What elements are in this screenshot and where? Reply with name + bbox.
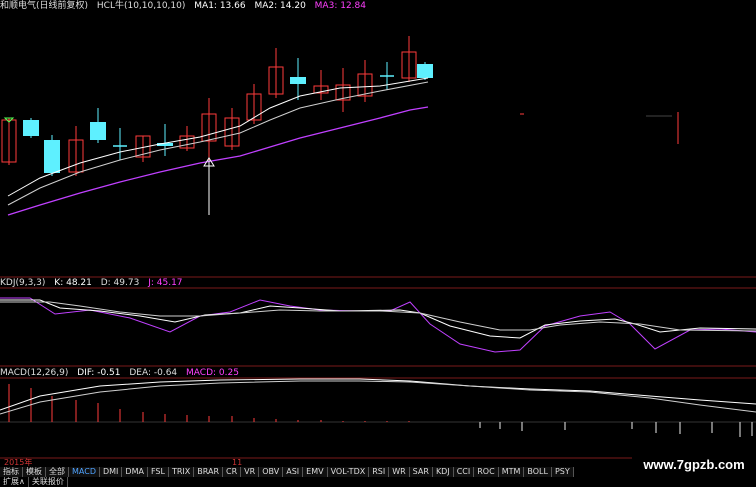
main-chart-header: 和顺电气(日线前复权) HCL牛(10,10,10,10) MA1: 13.66… (0, 0, 430, 14)
candle-body-4 (90, 122, 106, 140)
tab-10[interactable]: VR (241, 467, 260, 477)
tab-15[interactable]: RSI (369, 467, 390, 477)
tab-13[interactable]: EMV (303, 467, 328, 477)
tab-9[interactable]: CR (223, 467, 242, 477)
macd-label[interactable]: MACD(12,26,9) (0, 368, 68, 378)
ma2-label-text: MA2: (254, 1, 278, 11)
date-year: 2015年 (4, 458, 33, 467)
candlestick-series (1, 36, 679, 176)
tab-18[interactable]: KDJ (432, 467, 454, 477)
ma3-value: 12.84 (340, 1, 366, 11)
tab-14[interactable]: VOL-TDX (327, 467, 370, 477)
ma3-label: MA3: 12.84 (315, 1, 366, 11)
macd-dea-line (0, 380, 756, 415)
tab-22[interactable]: BOLL (524, 467, 552, 477)
tab-2[interactable]: 全部 (46, 467, 69, 477)
kdj-lines (0, 297, 756, 353)
kdj-d: D: 49.73 (100, 278, 140, 288)
watermark: www.7gpzb.com (632, 454, 756, 476)
indicator-name[interactable]: HCL牛(10,10,10,10) (97, 1, 185, 11)
kdj-k-line (0, 299, 756, 339)
tab-8[interactable]: BRAR (194, 467, 224, 477)
tab-0[interactable]: 指标 (0, 467, 23, 477)
tab-1[interactable]: 模板 (23, 467, 46, 477)
tab-20[interactable]: ROC (474, 467, 499, 477)
ma2-label: MA2: 14.20 (254, 1, 305, 11)
indicator-tab-bar: 指标 模板 全部 MACD DMI DMA FSL TRIX BRAR CR VR OBV ASI EMV… (0, 467, 600, 477)
ma1-label-text: MA1: (194, 1, 217, 11)
macd-value: MACD: 0.25 (186, 368, 239, 378)
tab-3[interactable]: MACD (69, 467, 100, 477)
date-month: 11 (232, 458, 243, 467)
candle-body-1 (23, 120, 39, 136)
ma1-label: MA1: 13.66 (194, 1, 245, 11)
candle-body-13 (290, 77, 306, 84)
macd-dif: DIF: -0.51 (77, 368, 121, 378)
tab-6[interactable]: FSL (147, 467, 169, 477)
stock-chart[interactable] (0, 0, 756, 487)
tab-4[interactable]: DMI (99, 467, 123, 477)
tab-19[interactable]: CCI (453, 467, 475, 477)
tab-7[interactable]: TRIX (168, 467, 195, 477)
date-axis: 2015年 11 (0, 459, 430, 467)
candle-body-19 (417, 64, 433, 78)
kdj-k: K: 48.21 (54, 278, 92, 288)
tab-11[interactable]: OBV (259, 467, 284, 477)
tab-16[interactable]: WR (389, 467, 410, 477)
kdj-label[interactable]: KDJ(9,3,3) (0, 278, 45, 288)
tab-12[interactable]: ASI (283, 467, 304, 477)
ma3-label-text: MA3: (314, 1, 338, 11)
kdj-j: J: 45.17 (148, 278, 183, 288)
candle-body-2 (44, 140, 60, 173)
stock-name: 和顺电气(日线前复权) (0, 1, 89, 11)
macd-header: MACD(12,26,9) DIF: -0.51 DEA: -0.64 MACD… (0, 368, 245, 379)
kdj-header: KDJ(9,3,3) K: 48.21 D: 49.73 J: 45.17 (0, 278, 189, 289)
macd-dif-line (0, 378, 756, 411)
bottom-button-1[interactable]: 关联报价 (29, 477, 68, 487)
bottom-button-0[interactable]: 扩展∧ (0, 477, 29, 487)
macd-dea: DEA: -0.64 (129, 368, 178, 378)
tab-23[interactable]: PSY (551, 467, 574, 477)
ma1-value: 13.66 (219, 1, 246, 11)
tab-21[interactable]: MTM (498, 467, 525, 477)
kdj-j-line (0, 297, 756, 353)
macd-plot (0, 378, 756, 437)
ma2-value: 14.20 (280, 1, 306, 11)
tab-17[interactable]: SAR (409, 467, 433, 477)
bottom-button-bar: 扩展∧ 关联报价 (0, 477, 68, 487)
tab-5[interactable]: DMA (122, 467, 148, 477)
ma3-line (7, 106, 429, 216)
